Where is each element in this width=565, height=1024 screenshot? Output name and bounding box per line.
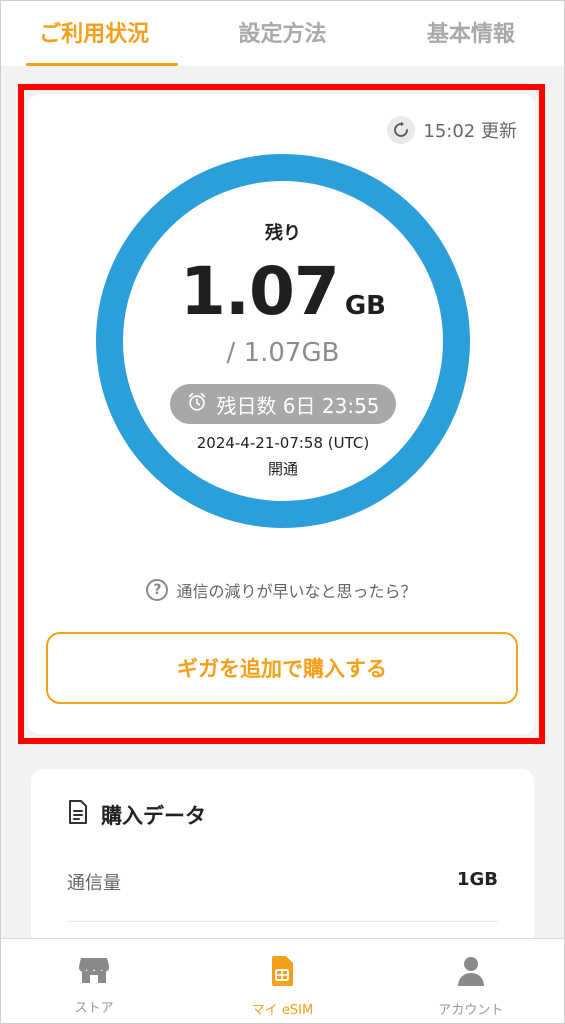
tab-usage-status[interactable]: ご利用状況	[0, 0, 188, 66]
nav-item-account[interactable]: アカウント	[377, 939, 565, 1024]
divider	[67, 921, 498, 922]
nav-label-my-esim: マイ eSIM	[251, 1003, 314, 1018]
purchase-data-title: 購入データ	[101, 803, 206, 828]
person-icon	[457, 955, 485, 991]
store-icon	[78, 955, 110, 989]
nav-item-my-esim[interactable]: マイ eSIM	[188, 939, 376, 1024]
sim-icon	[270, 955, 294, 991]
purchase-data-header: 購入データ	[67, 799, 206, 830]
tab-basic-info[interactable]: 基本情報	[377, 0, 565, 66]
bottom-nav: ストア マイ eSIM アカウント	[0, 938, 565, 1024]
tab-setup-method[interactable]: 設定方法	[188, 0, 376, 66]
purchase-row-data-amount: 通信量 1GB	[67, 869, 498, 895]
row-label: 通信量	[67, 873, 121, 894]
nav-label-store: ストア	[74, 1001, 114, 1016]
nav-item-store[interactable]: ストア	[0, 939, 188, 1024]
highlight-box	[18, 84, 545, 744]
nav-label-account: アカウント	[438, 1003, 504, 1018]
top-tab-bar: ご利用状況 設定方法 基本情報	[0, 0, 565, 66]
document-icon	[67, 799, 89, 830]
row-value: 1GB	[456, 869, 498, 890]
